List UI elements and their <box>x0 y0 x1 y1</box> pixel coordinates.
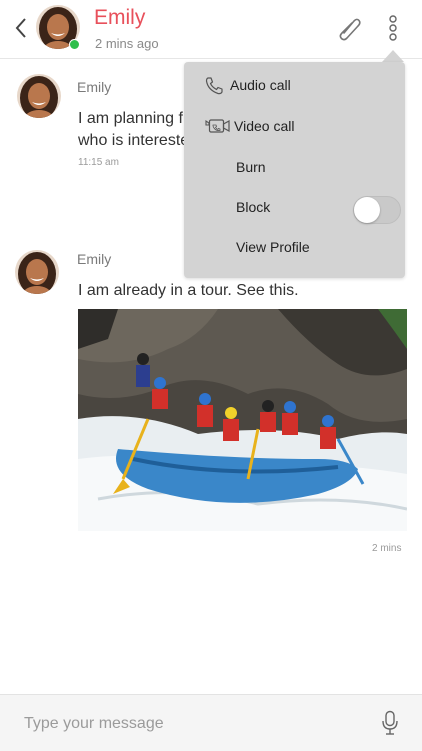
menu-item-audio-call[interactable]: Audio call <box>184 68 405 104</box>
menu-item-label: View Profile <box>236 239 310 255</box>
menu-item-label: Audio call <box>230 77 291 93</box>
block-toggle[interactable] <box>353 196 401 224</box>
chevron-left-icon <box>15 18 26 38</box>
paperclip-icon <box>339 18 361 41</box>
menu-caret <box>382 50 404 62</box>
toggle-knob <box>354 197 380 223</box>
attachment-button[interactable] <box>338 15 362 43</box>
menu-item-label: Burn <box>236 159 266 175</box>
video-camera-icon <box>205 119 230 133</box>
message-composer <box>0 694 422 751</box>
more-vertical-icon <box>389 15 397 41</box>
message-input[interactable] <box>22 707 366 741</box>
message-time: 2 mins <box>372 543 402 554</box>
message-text-line: who is intereste <box>78 132 190 149</box>
menu-item-view-profile[interactable]: View Profile <box>184 230 405 266</box>
microphone-icon <box>382 710 398 735</box>
message-text-line: I am planning f <box>78 110 183 127</box>
message-avatar[interactable] <box>15 250 59 294</box>
menu-item-label: Video call <box>234 118 295 134</box>
phone-icon <box>205 77 223 95</box>
message-sender: Emily <box>77 79 112 95</box>
message-time: 11:15 am <box>78 157 119 168</box>
online-status-dot <box>69 39 80 50</box>
voice-record-button[interactable] <box>380 710 400 738</box>
back-button[interactable] <box>10 14 32 42</box>
menu-item-burn[interactable]: Burn <box>184 150 405 186</box>
message-avatar[interactable] <box>17 74 61 118</box>
message-text: I am already in a tour. See this. <box>78 282 299 299</box>
menu-item-label: Block <box>236 199 271 215</box>
contact-name: Emily <box>94 6 146 29</box>
menu-item-video-call[interactable]: Video call <box>184 109 405 145</box>
message-sender: Emily <box>77 251 112 267</box>
shared-photo-rafting[interactable] <box>78 309 407 531</box>
menu-item-block: Block <box>184 190 405 226</box>
chat-header: Emily 2 mins ago <box>0 0 422 59</box>
options-menu: Audio call Video call Burn Block View Pr… <box>184 62 405 278</box>
more-options-button[interactable] <box>384 14 402 42</box>
last-seen-status: 2 mins ago <box>95 36 159 51</box>
